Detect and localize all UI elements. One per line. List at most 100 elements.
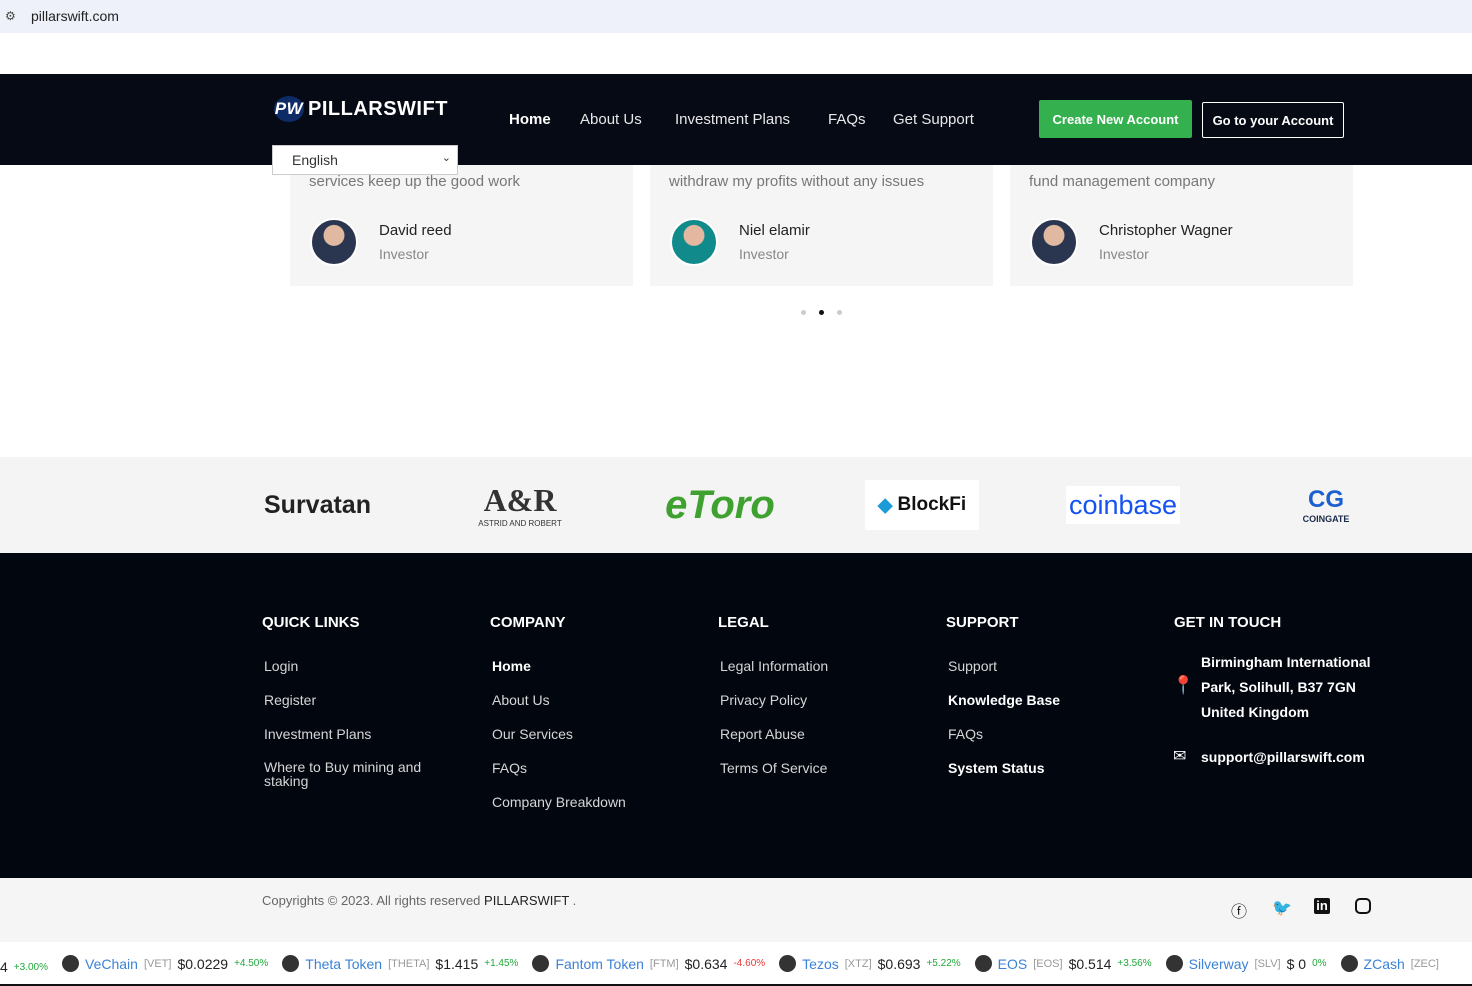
coin-change: -4.60% xyxy=(733,958,766,969)
avatar xyxy=(1030,218,1078,266)
footer-link-privacy[interactable]: Privacy Policy xyxy=(720,692,807,708)
location-pin-icon: 📍 xyxy=(1172,675,1195,695)
testimonial-quote: fund management company xyxy=(1029,173,1215,190)
testimonial-name: David reed xyxy=(379,222,452,239)
footer-heading: LEGAL xyxy=(718,614,769,631)
coin-price: $0.514 xyxy=(1068,955,1112,972)
ticker-item[interactable]: Silverway [SLV] $ 0 0% xyxy=(1165,955,1327,972)
footer-link-about[interactable]: About Us xyxy=(492,692,550,708)
coin-symbol: [ZEC] xyxy=(1410,957,1439,970)
carousel-dot[interactable] xyxy=(837,310,842,315)
testimonial-role: Investor xyxy=(1099,246,1149,262)
footer-link-login[interactable]: Login xyxy=(264,658,298,674)
coin-symbol: [FTM] xyxy=(649,957,679,970)
coin-price: $0.634 xyxy=(684,955,728,972)
footer-heading: GET IN TOUCH xyxy=(1174,614,1282,631)
coin-symbol: [VET] xyxy=(143,957,172,970)
coin-icon xyxy=(779,955,797,972)
coin-icon xyxy=(1165,955,1183,972)
linkedin-icon[interactable]: in xyxy=(1314,898,1330,914)
coin-symbol: [EOS] xyxy=(1033,957,1063,970)
copyright-text: Copyrights © 2023. All rights reserved P… xyxy=(262,893,577,908)
coin-symbol: [XTZ] xyxy=(844,957,872,970)
coin-name: ZCash xyxy=(1363,955,1405,972)
twitter-icon[interactable]: 🐦 xyxy=(1272,898,1292,917)
coin-price: $1.415 xyxy=(435,955,479,972)
footer-link-terms[interactable]: Terms Of Service xyxy=(720,760,827,776)
footer-link-faqs[interactable]: FAQs xyxy=(492,760,527,776)
nav-home[interactable]: Home xyxy=(509,111,551,128)
footer-link-services[interactable]: Our Services xyxy=(492,726,573,742)
footer-link-register[interactable]: Register xyxy=(264,692,316,708)
go-to-account-button[interactable]: Go to your Account xyxy=(1202,102,1344,138)
coin-symbol: [SLV] xyxy=(1254,957,1281,970)
footer-link-faqs[interactable]: FAQs xyxy=(948,726,983,742)
logo-coinbase: coinbase xyxy=(1066,486,1180,524)
ticker-item[interactable]: Theta Token [THETA] $1.415 +1.45% xyxy=(282,955,518,972)
footer-link-knowledge-base[interactable]: Knowledge Base xyxy=(948,692,1060,708)
testimonial-role: Investor xyxy=(739,246,789,262)
contact-email[interactable]: support@pillarswift.com xyxy=(1201,749,1365,765)
avatar xyxy=(670,218,718,266)
ticker-item[interactable]: Fantom Token [FTM] $0.634 -4.60% xyxy=(532,955,765,972)
coin-price: $ 0 xyxy=(1286,955,1307,972)
nav-faqs[interactable]: FAQs xyxy=(828,111,866,128)
coin-price: 4 xyxy=(0,959,8,975)
instagram-icon[interactable] xyxy=(1355,898,1371,914)
footer: QUICK LINKS Login Register Investment Pl… xyxy=(0,553,1472,878)
language-select[interactable]: English ⌄ xyxy=(272,145,458,175)
nav-about[interactable]: About Us xyxy=(580,111,642,128)
logo-mark: PW xyxy=(274,96,304,122)
coin-icon xyxy=(62,955,79,972)
brand-name: PILLARSWIFT xyxy=(308,97,448,120)
testimonial-quote: services keep up the good work xyxy=(309,173,520,190)
logo-etoro: eToro xyxy=(665,482,775,527)
testimonial-name: Niel elamir xyxy=(739,222,810,239)
coin-icon xyxy=(974,955,992,972)
facebook-icon[interactable]: ⓕ xyxy=(1231,898,1249,921)
coin-name: Theta Token xyxy=(305,955,383,972)
logo-coingate: CG COINGATE xyxy=(1302,486,1350,524)
url-text[interactable]: pillarswift.com xyxy=(31,8,119,24)
crypto-ticker: 4 +3.00% VeChain [VET] $0.0229 +4.50% Theta To… xyxy=(0,942,1472,986)
nav-investment-plans[interactable]: Investment Plans xyxy=(675,111,790,128)
logo-survatan: Survatan xyxy=(264,490,371,519)
testimonial-card: withdraw my profits without any issues N… xyxy=(650,165,993,286)
browser-address-bar[interactable]: ⚙ pillarswift.com xyxy=(0,0,1472,33)
coin-change: +3.56% xyxy=(1117,958,1152,969)
site-info-icon[interactable]: ⚙ xyxy=(5,9,16,23)
footer-link-investment-plans[interactable]: Investment Plans xyxy=(264,726,371,742)
footer-link-breakdown[interactable]: Company Breakdown xyxy=(492,794,626,810)
carousel-dot-active[interactable] xyxy=(819,310,824,315)
envelope-icon: ✉ xyxy=(1173,748,1187,765)
footer-link-support[interactable]: Support xyxy=(948,658,997,674)
ticker-item[interactable]: EOS [EOS] $0.514 +3.56% xyxy=(974,955,1152,972)
footer-link-home[interactable]: Home xyxy=(492,658,531,674)
testimonial-quote: withdraw my profits without any issues xyxy=(669,173,925,190)
coin-change: 0% xyxy=(1312,958,1327,969)
coin-price: $0.0229 xyxy=(177,955,229,972)
chevron-down-icon: ⌄ xyxy=(441,152,451,164)
create-account-button[interactable]: Create New Account xyxy=(1039,100,1192,138)
footer-heading: QUICK LINKS xyxy=(262,614,360,631)
address-line: United Kingdom xyxy=(1201,704,1310,720)
coin-change: +5.22% xyxy=(926,958,961,969)
navbar: PW PILLARSWIFT Home About Us Investment P… xyxy=(0,74,1472,165)
ticker-item[interactable]: 4 +3.00% xyxy=(0,959,48,975)
coin-change: +1.45% xyxy=(484,958,519,969)
footer-link-legal[interactable]: Legal Information xyxy=(720,658,828,674)
brand-logo[interactable]: PW PILLARSWIFT xyxy=(274,96,448,122)
footer-link-report-abuse[interactable]: Report Abuse xyxy=(720,726,805,742)
coin-symbol: [THETA] xyxy=(388,957,430,970)
footer-link-where-to-buy[interactable]: Where to Buy mining and staking xyxy=(264,760,454,788)
ticker-item[interactable]: VeChain [VET] $0.0229 +4.50% xyxy=(62,955,268,972)
ticker-item[interactable]: Tezos [XTZ] $0.693 +5.22% xyxy=(779,955,961,972)
footer-link-system-status[interactable]: System Status xyxy=(948,760,1044,776)
ticker-item[interactable]: ZCash [ZEC] xyxy=(1340,955,1451,972)
coin-name: Silverway xyxy=(1188,955,1249,972)
nav-get-support[interactable]: Get Support xyxy=(893,111,974,128)
carousel-dot[interactable] xyxy=(801,310,806,315)
address-line: Park, Solihull, B37 7GN xyxy=(1201,679,1356,695)
logo-astrid-robert: A&R ASTRID AND ROBERT xyxy=(478,482,562,528)
avatar xyxy=(310,218,358,266)
